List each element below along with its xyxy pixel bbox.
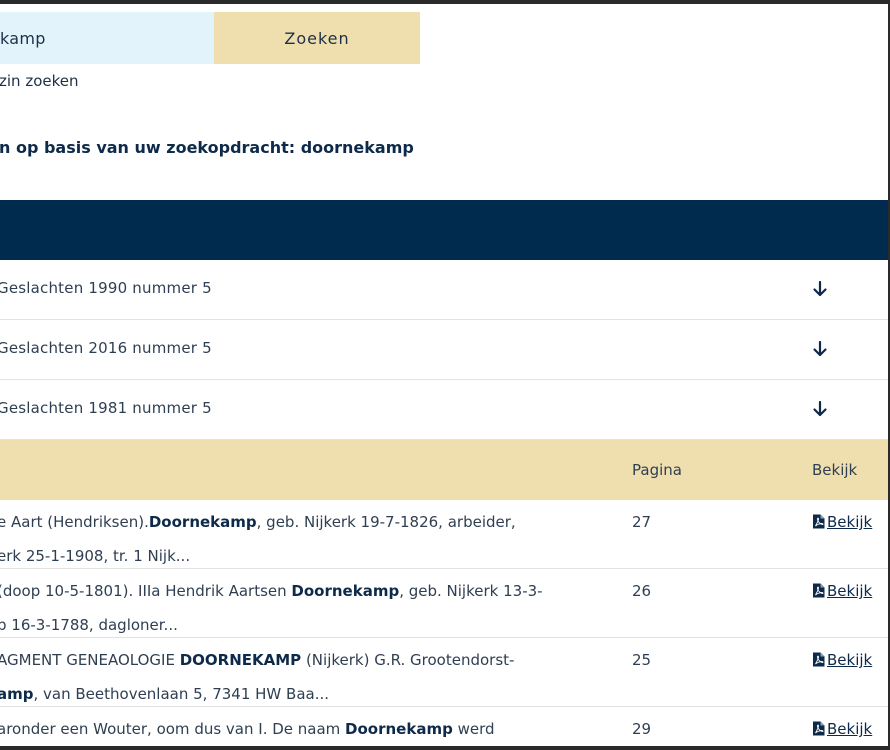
view-pdf-link[interactable]: Bekijk	[812, 574, 872, 608]
table-row: e Aart (Hendriksen).Doornekamp, geb. Nij…	[0, 500, 888, 569]
pdf-file-icon	[813, 652, 825, 667]
arrow-down-icon[interactable]	[812, 340, 828, 358]
result-snippet: AGMENT GENEAOLOGIE DOORNEKAMP (Nijkerk) …	[0, 643, 612, 711]
search-input[interactable]	[0, 12, 214, 64]
search-term-highlight: amp	[0, 685, 34, 703]
view-pdf-link[interactable]: Bekijk	[812, 643, 872, 677]
accordion-item[interactable]: Geslachten 1990 nummer 5	[0, 260, 888, 320]
snippet-text: p 16-3-1788, dagloner...	[0, 616, 178, 634]
pdf-file-icon	[813, 721, 825, 736]
results-heading: n op basis van uw zoekopdracht: doorneka…	[0, 138, 414, 157]
snippet-line: erk 25-1-1908, tr. 1 Nijk...	[0, 539, 612, 573]
accordion-title: Geslachten 1990 nummer 5	[0, 279, 212, 297]
snippet-line: AGMENT GENEAOLOGIE DOORNEKAMP (Nijkerk) …	[0, 643, 612, 677]
snippet-text: , geb. Nijkerk 13-3-	[399, 582, 543, 600]
pdf-file-icon	[813, 583, 825, 598]
column-header-pagina: Pagina	[632, 461, 682, 479]
phrase-search-option[interactable]: zin zoeken	[0, 72, 78, 90]
search-button[interactable]: Zoeken	[214, 12, 420, 64]
arrow-down-icon[interactable]	[812, 280, 828, 298]
snippet-line: amp, van Beethovenlaan 5, 7341 HW Baa...	[0, 677, 612, 711]
view-link-label: Bekijk	[827, 651, 873, 669]
snippet-text: aronder een Wouter, oom dus van I. De na…	[0, 720, 346, 738]
accordion-item[interactable]: Geslachten 2016 nummer 5	[0, 320, 888, 380]
page-number: 25	[632, 651, 652, 669]
view-link-label: Bekijk	[827, 720, 873, 738]
table-row: aronder een Wouter, oom dus van I. De na…	[0, 707, 888, 746]
result-snippet: (doop 10-5-1801). IIIa Hendrik Aartsen D…	[0, 574, 612, 642]
arrow-down-icon[interactable]	[812, 400, 828, 418]
view-pdf-link[interactable]: Bekijk	[812, 505, 872, 539]
snippet-line: aronder een Wouter, oom dus van I. De na…	[0, 712, 612, 746]
accordion-title: Geslachten 1981 nummer 5	[0, 399, 212, 417]
snippet-text: , van Beethovenlaan 5, 7341 HW Baa...	[33, 685, 330, 703]
search-term-highlight: Doornekamp	[148, 513, 257, 531]
table-header-bar	[0, 200, 888, 260]
view-link-label: Bekijk	[827, 582, 873, 600]
search-term-highlight: Doornekamp	[291, 582, 400, 600]
snippet-text: e Aart (Hendriksen).	[0, 513, 149, 531]
view-pdf-link[interactable]: Bekijk	[812, 712, 872, 746]
column-header-bekijk: Bekijk	[812, 461, 858, 479]
view-link-label: Bekijk	[827, 513, 873, 531]
result-snippet: aronder een Wouter, oom dus van I. De na…	[0, 712, 612, 746]
snippet-line: p 16-3-1788, dagloner...	[0, 608, 612, 642]
page-number: 29	[632, 720, 652, 738]
pdf-file-icon	[813, 514, 825, 529]
table-row: AGMENT GENEAOLOGIE DOORNEKAMP (Nijkerk) …	[0, 638, 888, 707]
table-row: (doop 10-5-1801). IIIa Hendrik Aartsen D…	[0, 569, 888, 638]
snippet-text: werd	[452, 720, 495, 738]
snippet-line: (doop 10-5-1801). IIIa Hendrik Aartsen D…	[0, 574, 612, 608]
snippet-text: , geb. Nijkerk 19-7-1826, arbeider,	[256, 513, 516, 531]
search-term-highlight: DOORNEKAMP	[179, 651, 302, 669]
snippet-text: AGMENT GENEAOLOGIE	[0, 651, 180, 669]
snippet-text: (Nijkerk) G.R. Grootendorst-	[301, 651, 515, 669]
result-snippet: e Aart (Hendriksen).Doornekamp, geb. Nij…	[0, 505, 612, 573]
page-number: 26	[632, 582, 652, 600]
snippet-text: (doop 10-5-1801). IIIa Hendrik Aartsen	[0, 582, 292, 600]
accordion-title: Geslachten 2016 nummer 5	[0, 339, 212, 357]
snippet-line: e Aart (Hendriksen).Doornekamp, geb. Nij…	[0, 505, 612, 539]
search-term-highlight: Doornekamp	[345, 720, 453, 738]
snippet-text: erk 25-1-1908, tr. 1 Nijk...	[0, 547, 191, 565]
results-table-header: Pagina Bekijk	[0, 440, 888, 500]
page-number: 27	[632, 513, 652, 531]
accordion-item[interactable]: Geslachten 1981 nummer 5	[0, 380, 888, 440]
page-frame: Zoeken zin zoeken n op basis van uw zoek…	[0, 4, 890, 746]
